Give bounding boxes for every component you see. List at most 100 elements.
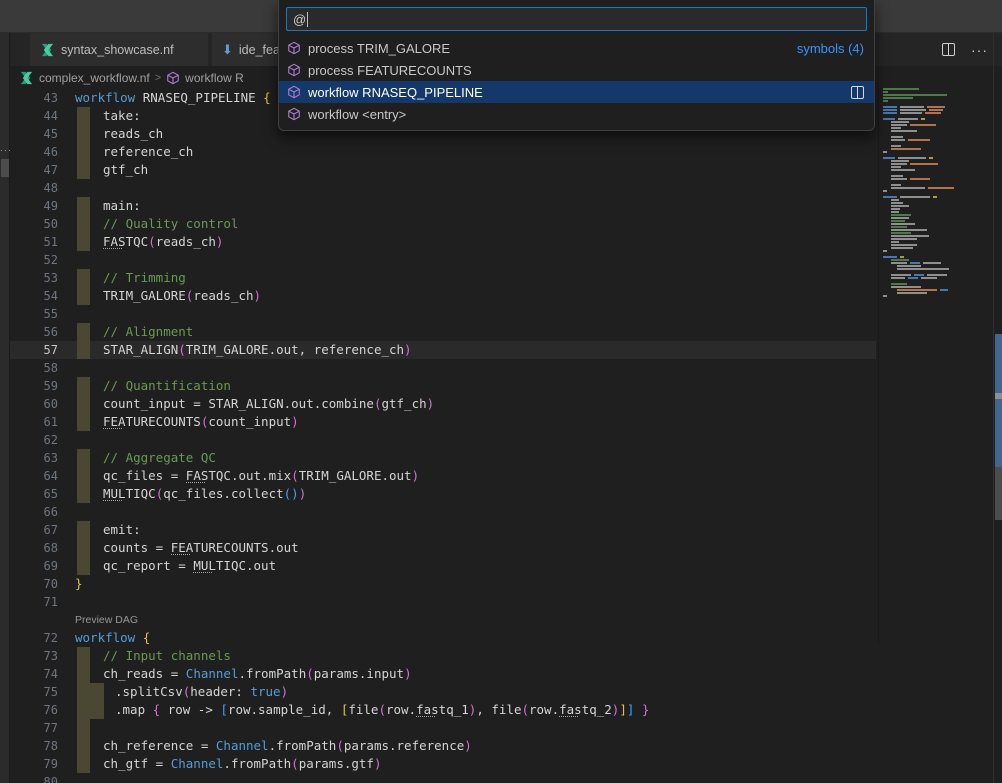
indent-highlight xyxy=(77,683,104,701)
quick-pick-item[interactable]: workflow RNASEQ_PIPELINE xyxy=(279,81,874,103)
arrow-down-icon: ⬇ xyxy=(222,43,233,56)
code-line: .map { row -> [row.sample_id, [file(row.… xyxy=(115,701,649,719)
code-line: TRIM_GALORE(reads_ch) xyxy=(103,287,261,305)
indent-highlight xyxy=(77,521,90,539)
minimap-line xyxy=(891,175,997,177)
quick-pick-item[interactable]: workflow <entry> xyxy=(279,103,874,125)
minimap-line xyxy=(891,124,997,126)
nextflow-icon xyxy=(40,43,55,57)
indent-highlight xyxy=(77,413,90,431)
line-number: 59 xyxy=(10,377,58,395)
minimap-line xyxy=(897,289,1002,291)
scrollbar-decoration[interactable] xyxy=(995,399,1002,467)
code-line: // Trimming xyxy=(103,269,186,287)
minimap-line xyxy=(891,199,997,201)
line-number: 53 xyxy=(10,269,58,287)
code-line: } xyxy=(75,575,83,593)
minimap-line xyxy=(897,268,1002,270)
minimap-line xyxy=(891,136,997,138)
split-editor-button[interactable] xyxy=(942,43,955,56)
symbols-count-badge: symbols (4) xyxy=(797,41,864,56)
minimap-line xyxy=(891,163,997,165)
indent-highlight xyxy=(77,395,90,413)
minimap-line xyxy=(891,178,997,180)
minimap-line xyxy=(891,148,997,150)
line-number: 47 xyxy=(10,161,58,179)
indent-highlight xyxy=(77,467,90,485)
minimap-line xyxy=(883,133,989,135)
sidebar-scrollbar-thumb[interactable] xyxy=(1,159,9,177)
line-number: 45 xyxy=(10,125,58,143)
minimap-line xyxy=(883,154,989,156)
overview-ruler-scrollbar[interactable] xyxy=(993,33,1002,783)
code-line: ch_reads = Channel.fromPath(params.input… xyxy=(103,665,412,683)
line-number: 44 xyxy=(10,107,58,125)
quick-pick-item[interactable]: process TRIM_GALORE symbols (4) xyxy=(279,37,874,59)
code-editor[interactable]: 43workflow RNASEQ_PIPELINE {44take:45rea… xyxy=(10,89,876,783)
code-line: gtf_ch xyxy=(103,161,148,179)
line-number: 52 xyxy=(10,251,58,269)
line-number: 61 xyxy=(10,413,58,431)
line-number: 60 xyxy=(10,395,58,413)
minimap[interactable] xyxy=(878,85,992,645)
symbol-cube-icon xyxy=(287,85,301,99)
breadcrumb-symbol[interactable]: workflow R xyxy=(185,71,244,85)
minimap-line xyxy=(891,127,997,129)
open-to-side-button[interactable] xyxy=(851,86,864,99)
quick-pick-item-label: process FEATURECOUNTS xyxy=(308,63,472,78)
line-number: 76 xyxy=(10,701,58,719)
code-line: // Alignment xyxy=(103,323,193,341)
line-number: 66 xyxy=(10,503,58,521)
code-line: count_input = STAR_ALIGN.out.combine(gtf… xyxy=(103,395,434,413)
code-line: FASTQC(reads_ch) xyxy=(103,233,223,251)
indent-highlight xyxy=(77,107,90,125)
sidebar-overflow-icon[interactable]: ··· xyxy=(0,145,10,155)
indent-highlight xyxy=(77,647,90,665)
line-number: 74 xyxy=(10,665,58,683)
quick-pick-item[interactable]: process FEATURECOUNTS xyxy=(279,59,874,81)
minimap-line xyxy=(883,151,989,153)
quick-pick-input[interactable]: @ xyxy=(286,7,867,31)
indent-highlight xyxy=(77,215,90,233)
indent-highlight xyxy=(77,323,90,341)
minimap-line xyxy=(883,271,989,273)
minimap-line xyxy=(883,118,989,120)
indent-highlight xyxy=(77,485,90,503)
line-number: 43 xyxy=(10,89,58,107)
scrollbar-decoration[interactable] xyxy=(995,467,1002,520)
line-number: 67 xyxy=(10,521,58,539)
minimap-line xyxy=(891,139,997,141)
indent-highlight xyxy=(77,557,90,575)
minimap-line xyxy=(883,109,989,111)
tab-syntax-showcase-nf[interactable]: syntax_showcase.nf xyxy=(30,33,208,66)
code-line: reference_ch xyxy=(103,143,193,161)
codelens-preview-dag[interactable]: Preview DAG xyxy=(75,611,138,629)
collapsed-sidebar[interactable]: ··· xyxy=(0,33,10,783)
code-line: STAR_ALIGN(TRIM_GALORE.out, reference_ch… xyxy=(103,341,412,359)
minimap-line xyxy=(891,217,997,219)
line-number: 70 xyxy=(10,575,58,593)
line-number: 57 xyxy=(10,341,58,359)
line-number: 49 xyxy=(10,197,58,215)
line-number: 64 xyxy=(10,467,58,485)
editor-more-actions-button[interactable]: ··· xyxy=(971,42,988,58)
code-line: // Input channels xyxy=(103,647,231,665)
line-number: 73 xyxy=(10,647,58,665)
quick-pick-item-label: process TRIM_GALORE xyxy=(308,41,450,56)
indent-highlight xyxy=(77,665,90,683)
minimap-line xyxy=(891,184,997,186)
minimap-line xyxy=(897,292,1002,294)
minimap-line xyxy=(883,88,989,90)
breadcrumb-file[interactable]: complex_workflow.nf xyxy=(39,71,150,85)
minimap-line xyxy=(891,208,997,210)
line-number: 69 xyxy=(10,557,58,575)
symbol-cube-icon xyxy=(287,63,301,77)
line-number: 78 xyxy=(10,737,58,755)
line-number: 80 xyxy=(10,773,58,783)
indent-highlight xyxy=(77,737,90,755)
minimap-line xyxy=(883,181,989,183)
scrollbar-decoration[interactable] xyxy=(995,334,1002,393)
minimap-line xyxy=(891,121,997,123)
indent-highlight xyxy=(77,341,90,359)
line-number: 72 xyxy=(10,629,58,647)
